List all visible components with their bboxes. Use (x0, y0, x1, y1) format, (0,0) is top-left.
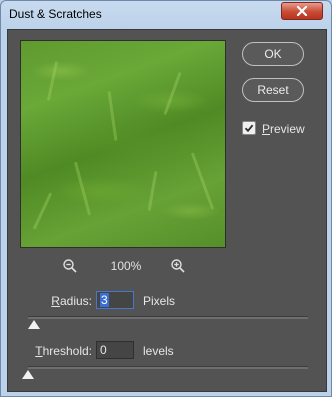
title-bar[interactable]: Dust & Scratches (1, 1, 331, 27)
zoom-in-icon[interactable] (170, 258, 186, 274)
dialog-body: 100% OK Reset Preview Radius: 3 Pixels T… (7, 29, 327, 392)
radius-slider-thumb[interactable] (27, 320, 40, 329)
preview-image[interactable] (20, 40, 226, 248)
radius-input[interactable]: 3 (96, 291, 134, 309)
threshold-slider-track[interactable] (28, 366, 308, 369)
ok-button[interactable]: OK (242, 42, 304, 66)
radius-value: 3 (100, 293, 109, 307)
reset-button[interactable]: Reset (242, 78, 304, 102)
zoom-level: 100% (110, 259, 142, 273)
radius-slider-track[interactable] (28, 316, 308, 319)
zoom-controls: 100% (20, 258, 226, 276)
window-title: Dust & Scratches (9, 7, 102, 21)
threshold-input[interactable]: 0 (96, 341, 134, 359)
dialog-window: Dust & Scratches 100% OK Reset Preview R… (0, 0, 332, 397)
checkmark-icon (244, 124, 254, 133)
threshold-unit: levels (143, 344, 174, 358)
preview-checkbox[interactable] (242, 121, 256, 135)
threshold-slider-thumb[interactable] (22, 370, 34, 379)
close-icon (296, 6, 308, 16)
radius-label: Radius: (51, 294, 92, 308)
threshold-value: 0 (100, 343, 107, 357)
close-button[interactable] (281, 2, 323, 20)
zoom-out-icon[interactable] (62, 258, 78, 274)
preview-label[interactable]: Preview (262, 122, 305, 136)
threshold-label: Threshold: (35, 344, 92, 358)
radius-unit: Pixels (143, 294, 176, 308)
